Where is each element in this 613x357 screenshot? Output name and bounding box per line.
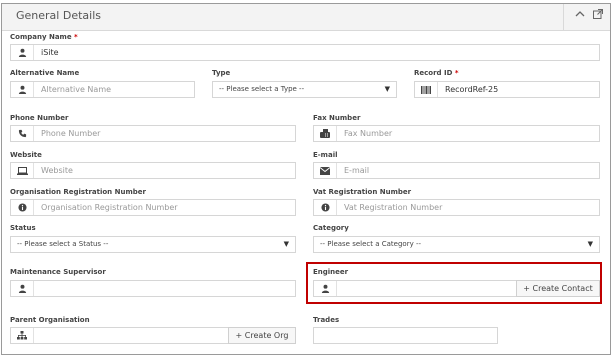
user-icon xyxy=(11,82,34,97)
category-label: Category xyxy=(313,224,349,232)
vat-reg-number-label: Vat Registration Number xyxy=(313,188,412,196)
email-field[interactable]: E-mail xyxy=(313,162,600,179)
org-reg-number-placeholder: Organisation Registration Number xyxy=(41,203,178,212)
info-icon xyxy=(11,200,34,215)
website-field[interactable]: Website xyxy=(10,162,296,179)
company-name-field[interactable]: iSite xyxy=(10,44,600,61)
website-label: Website xyxy=(10,151,42,159)
trades-field[interactable] xyxy=(313,327,498,344)
parent-organisation-field[interactable]: + Create Org xyxy=(10,327,296,344)
create-org-button[interactable]: + Create Org xyxy=(228,327,296,344)
phone-number-label: Phone Number xyxy=(10,114,69,122)
record-id-label: Record ID * xyxy=(414,69,459,77)
record-id-field[interactable]: RecordRef-25 xyxy=(414,81,600,98)
panel-header: General Details xyxy=(2,4,610,31)
fax-icon xyxy=(314,126,337,141)
phone-number-placeholder: Phone Number xyxy=(41,129,101,138)
caret-down-icon: ▼ xyxy=(283,240,289,248)
panel-title: General Details xyxy=(16,9,101,22)
maintenance-supervisor-label: Maintenance Supervisor xyxy=(10,268,106,276)
category-selected: -- Please select a Category -- xyxy=(320,240,422,248)
phone-icon xyxy=(11,126,34,141)
alternative-name-label: Alternative Name xyxy=(10,69,80,77)
caret-down-icon: ▼ xyxy=(384,85,390,93)
user-icon xyxy=(11,45,34,60)
category-select[interactable]: -- Please select a Category -- ▼ xyxy=(313,236,600,253)
org-reg-number-label: Organisation Registration Number xyxy=(10,188,146,196)
fax-number-label: Fax Number xyxy=(313,114,361,122)
engineer-highlight xyxy=(306,262,602,304)
barcode-icon xyxy=(415,82,438,97)
chevron-up-icon[interactable] xyxy=(574,8,586,20)
maintenance-supervisor-field[interactable] xyxy=(10,280,296,297)
sitemap-icon xyxy=(11,328,34,343)
record-id-value: RecordRef-25 xyxy=(445,85,499,94)
status-select[interactable]: -- Please select a Status -- ▼ xyxy=(10,236,296,253)
alternative-name-placeholder: Alternative Name xyxy=(41,85,112,94)
info-icon xyxy=(314,200,337,215)
email-placeholder: E-mail xyxy=(344,166,370,175)
company-name-value: iSite xyxy=(41,48,59,57)
email-label: E-mail xyxy=(313,151,338,159)
type-label: Type xyxy=(212,69,231,77)
fax-number-placeholder: Fax Number xyxy=(344,129,393,138)
type-select[interactable]: -- Please select a Type -- ▼ xyxy=(212,81,397,98)
vat-reg-number-placeholder: Vat Registration Number xyxy=(344,203,443,212)
phone-number-field[interactable]: Phone Number xyxy=(10,125,296,142)
status-label: Status xyxy=(10,224,36,232)
envelope-icon xyxy=(314,163,337,178)
fax-number-field[interactable]: Fax Number xyxy=(313,125,600,142)
type-selected: -- Please select a Type -- xyxy=(219,85,305,93)
trades-label: Trades xyxy=(313,316,340,324)
alternative-name-field[interactable]: Alternative Name xyxy=(10,81,195,98)
company-name-label: Company Name * xyxy=(10,33,78,41)
laptop-icon xyxy=(11,163,34,178)
external-link-icon[interactable] xyxy=(592,8,604,20)
status-selected: -- Please select a Status -- xyxy=(17,240,109,248)
caret-down-icon: ▼ xyxy=(587,240,593,248)
vat-reg-number-field[interactable]: Vat Registration Number xyxy=(313,199,600,216)
website-placeholder: Website xyxy=(41,166,73,175)
parent-organisation-label: Parent Organisation xyxy=(10,316,90,324)
user-icon xyxy=(11,281,34,296)
panel-header-actions xyxy=(563,4,610,30)
org-reg-number-field[interactable]: Organisation Registration Number xyxy=(10,199,296,216)
